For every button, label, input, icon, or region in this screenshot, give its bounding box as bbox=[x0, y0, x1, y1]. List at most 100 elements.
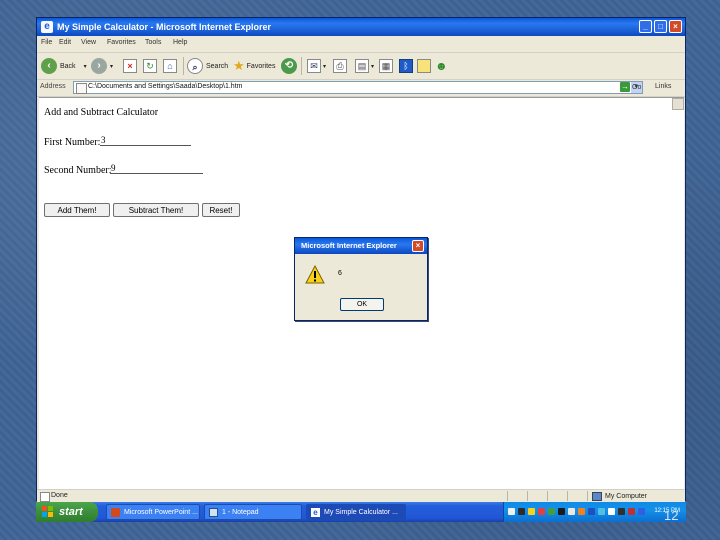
search-button[interactable]: ⌕ Search bbox=[187, 57, 228, 75]
window-title: My Simple Calculator - Microsoft Interne… bbox=[57, 22, 272, 32]
discuss-button[interactable]: ▦ bbox=[379, 57, 393, 75]
favorites-button[interactable]: ★ Favorites bbox=[233, 57, 275, 75]
page-heading: Add and Subtract Calculator bbox=[44, 107, 159, 118]
star-icon: ★ bbox=[233, 58, 245, 73]
menu-view[interactable]: View bbox=[81, 39, 96, 46]
edit-icon: ▤ bbox=[355, 59, 369, 73]
zone-label: My Computer bbox=[605, 493, 648, 500]
go-arrow-icon: → bbox=[620, 82, 630, 92]
security-zone: My Computer bbox=[592, 492, 647, 501]
second-number-input[interactable] bbox=[110, 163, 203, 174]
home-button[interactable]: ⌂ bbox=[163, 57, 177, 75]
address-url: C:\Documents and Settings\Saada\Desktop\… bbox=[88, 83, 243, 90]
mail-button[interactable]: ✉ ▾ bbox=[307, 57, 326, 75]
tray-icon[interactable] bbox=[518, 508, 525, 515]
taskbar-item-powerpoint[interactable]: Microsoft PowerPoint ... bbox=[106, 504, 200, 520]
taskbar-item-label: Microsoft PowerPoint ... bbox=[124, 508, 198, 516]
tray-icon[interactable] bbox=[528, 508, 535, 515]
forward-arrow-icon: › bbox=[91, 58, 107, 74]
history-button[interactable]: ⟲ bbox=[281, 57, 297, 75]
tray-icon[interactable] bbox=[578, 508, 585, 515]
tray-icon[interactable] bbox=[568, 508, 575, 515]
chevron-down-icon: ▾ bbox=[110, 63, 114, 70]
status-divider bbox=[547, 491, 548, 501]
stop-button[interactable]: × bbox=[123, 57, 137, 75]
system-tray: 12:15 PM bbox=[503, 502, 686, 522]
go-button[interactable]: → Go bbox=[620, 82, 641, 92]
subtract-them-button[interactable]: Subtract Them! bbox=[113, 203, 199, 217]
ok-button[interactable]: OK bbox=[340, 298, 384, 311]
tray-icon[interactable] bbox=[638, 508, 645, 515]
taskbar-item-calculator[interactable]: e My Simple Calculator ... bbox=[306, 504, 406, 520]
page-icon bbox=[76, 83, 87, 94]
close-button[interactable]: × bbox=[669, 20, 682, 33]
maximize-button[interactable]: □ bbox=[654, 20, 667, 33]
add-them-button[interactable]: Add Them! bbox=[44, 203, 110, 217]
dialog-title-bar[interactable]: Microsoft Internet Explorer × bbox=[295, 238, 427, 254]
status-divider bbox=[567, 491, 568, 501]
menu-edit[interactable]: Edit bbox=[59, 39, 71, 46]
search-label: Search bbox=[206, 62, 229, 70]
bluetooth-button[interactable]: ᛒ bbox=[399, 57, 413, 75]
minimize-button[interactable]: _ bbox=[639, 20, 652, 33]
bluetooth-icon: ᛒ bbox=[399, 59, 413, 73]
notepad-icon bbox=[209, 507, 218, 517]
notes-button[interactable] bbox=[417, 57, 431, 75]
tray-icon[interactable] bbox=[628, 508, 635, 515]
toolbar: ‹ Back ▾ › ▾ × ↻ ⌂ ⌕ Search ★ Favorites … bbox=[37, 53, 685, 80]
back-label: Back bbox=[60, 62, 76, 70]
title-bar[interactable]: e My Simple Calculator - Microsoft Inter… bbox=[37, 18, 685, 36]
status-divider bbox=[527, 491, 528, 501]
menu-tools[interactable]: Tools bbox=[145, 39, 161, 46]
start-button[interactable]: start bbox=[36, 502, 98, 522]
dialog-close-button[interactable]: × bbox=[412, 240, 424, 252]
mail-icon: ✉ bbox=[307, 59, 321, 73]
warning-icon bbox=[305, 265, 325, 284]
menu-file[interactable]: File bbox=[41, 39, 52, 46]
links-button[interactable]: Links bbox=[655, 83, 671, 90]
chevron-down-icon: ▾ bbox=[323, 63, 327, 70]
first-number-label: First Number: bbox=[44, 137, 101, 148]
tray-icon[interactable] bbox=[608, 508, 615, 515]
windows-flag-icon bbox=[42, 506, 54, 518]
refresh-button[interactable]: ↻ bbox=[143, 57, 157, 75]
forward-button[interactable]: › ▾ bbox=[91, 57, 113, 75]
messenger-button[interactable]: ☻ bbox=[435, 57, 448, 75]
back-button[interactable]: ‹ Back ▾ bbox=[41, 57, 87, 75]
taskbar-item-label: 1 - Notepad bbox=[222, 508, 259, 516]
address-input[interactable]: C:\Documents and Settings\Saada\Desktop\… bbox=[73, 81, 643, 94]
chevron-down-icon: ▾ bbox=[371, 63, 375, 70]
taskbar-item-label: My Simple Calculator ... bbox=[324, 508, 398, 516]
tray-icon[interactable] bbox=[598, 508, 605, 515]
reset-button[interactable]: Reset! bbox=[202, 203, 240, 217]
scrollbar-up-button[interactable] bbox=[672, 98, 684, 110]
tray-icon[interactable] bbox=[548, 508, 555, 515]
messenger-icon: ☻ bbox=[435, 59, 448, 73]
dialog-message: 6 bbox=[338, 270, 342, 277]
refresh-icon: ↻ bbox=[143, 59, 157, 73]
tray-icon[interactable] bbox=[618, 508, 625, 515]
status-bar: Done My Computer bbox=[37, 489, 685, 502]
notes-icon bbox=[417, 59, 431, 73]
tray-icon[interactable] bbox=[508, 508, 515, 515]
toolbar-divider bbox=[301, 57, 302, 75]
slide-number: 12 bbox=[664, 508, 679, 523]
edit-button[interactable]: ▤ ▾ bbox=[355, 57, 374, 75]
print-button[interactable]: ⎙ bbox=[333, 57, 347, 75]
tray-icon[interactable] bbox=[588, 508, 595, 515]
menu-help[interactable]: Help bbox=[173, 39, 187, 46]
address-label: Address bbox=[40, 83, 66, 90]
menu-favorites[interactable]: Favorites bbox=[107, 39, 136, 46]
tray-icon[interactable] bbox=[558, 508, 565, 515]
home-icon: ⌂ bbox=[163, 59, 177, 73]
menu-bar: File Edit View Favorites Tools Help bbox=[37, 37, 685, 53]
taskbar: start Microsoft PowerPoint ... 1 - Notep… bbox=[36, 502, 686, 522]
first-number-input[interactable] bbox=[100, 135, 191, 146]
tray-icon[interactable] bbox=[538, 508, 545, 515]
ie-logo-icon: e bbox=[311, 507, 320, 517]
printer-icon: ⎙ bbox=[333, 59, 347, 73]
dialog-title: Microsoft Internet Explorer bbox=[301, 241, 397, 250]
go-label: Go bbox=[632, 83, 642, 91]
taskbar-item-notepad[interactable]: 1 - Notepad bbox=[204, 504, 302, 520]
status-text: Done bbox=[51, 492, 68, 499]
